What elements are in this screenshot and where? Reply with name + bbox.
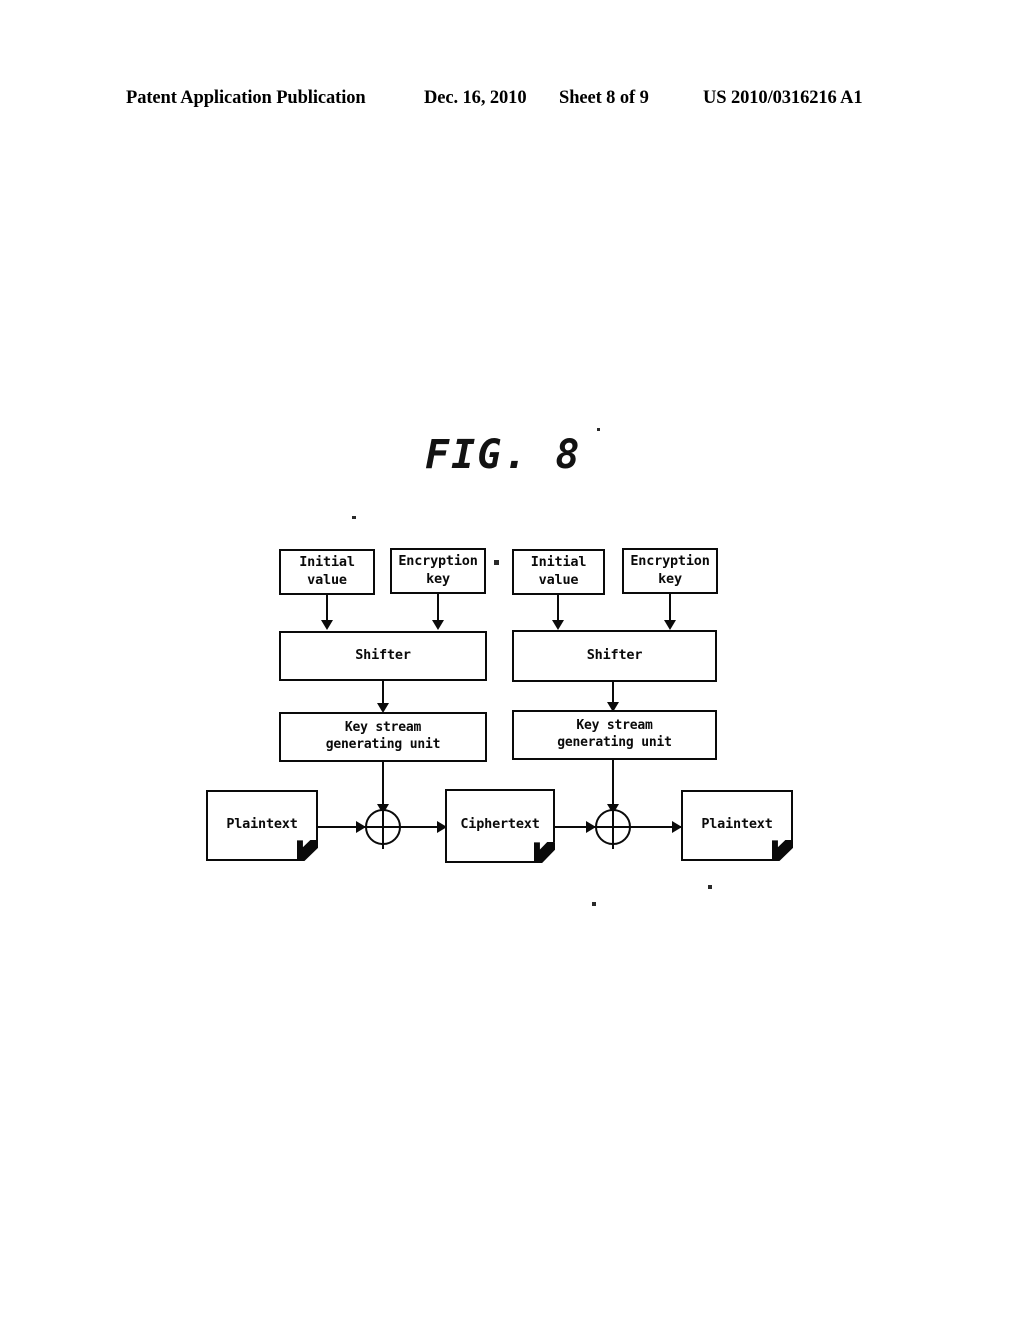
figure-8-diagram: Initial value Encryption key Shifter Key… <box>0 0 1024 1320</box>
connector-keystream-to-xor <box>612 760 615 809</box>
arrowhead-down <box>432 620 444 630</box>
connector-initial-to-shifter <box>557 595 560 622</box>
connector-key-to-shifter <box>669 594 672 622</box>
plaintext-input-label: Plaintext <box>226 815 298 832</box>
scan-speck <box>592 902 596 906</box>
arrowhead-down <box>552 620 564 630</box>
scan-speck <box>597 428 600 431</box>
arrowhead-down <box>321 620 333 630</box>
patent-page: Patent Application Publication Dec. 16, … <box>0 0 1024 1320</box>
ciphertext-document: Ciphertext <box>445 789 555 863</box>
xor-gate-decryption <box>591 805 635 849</box>
connector-key-to-shifter <box>437 594 440 622</box>
plaintext-input-document: Plaintext <box>206 790 318 861</box>
decryption-key-stream-unit-box: Key stream generating unit <box>512 710 717 760</box>
decryption-initial-value-box: Initial value <box>512 549 605 595</box>
arrowhead-down <box>664 620 676 630</box>
encryption-shifter-box: Shifter <box>279 631 487 681</box>
scan-speck <box>494 560 499 565</box>
ciphertext-label: Ciphertext <box>460 816 540 832</box>
decryption-key-box: Encryption key <box>622 548 718 594</box>
xor-horizontal-bar <box>591 825 635 829</box>
xor-gate-encryption <box>361 805 405 849</box>
scan-speck <box>352 516 356 519</box>
connector-initial-to-shifter <box>326 595 329 622</box>
encryption-key-stream-unit-box: Key stream generating unit <box>279 712 487 762</box>
encryption-key-box: Encryption key <box>390 548 486 594</box>
plaintext-output-document: Plaintext <box>681 790 793 861</box>
plaintext-output-label: Plaintext <box>701 815 773 832</box>
connector-keystream-to-xor <box>382 762 385 809</box>
encryption-initial-value-box: Initial value <box>279 549 375 595</box>
decryption-shifter-box: Shifter <box>512 630 717 682</box>
xor-horizontal-bar <box>361 825 405 829</box>
scan-speck <box>708 885 712 889</box>
